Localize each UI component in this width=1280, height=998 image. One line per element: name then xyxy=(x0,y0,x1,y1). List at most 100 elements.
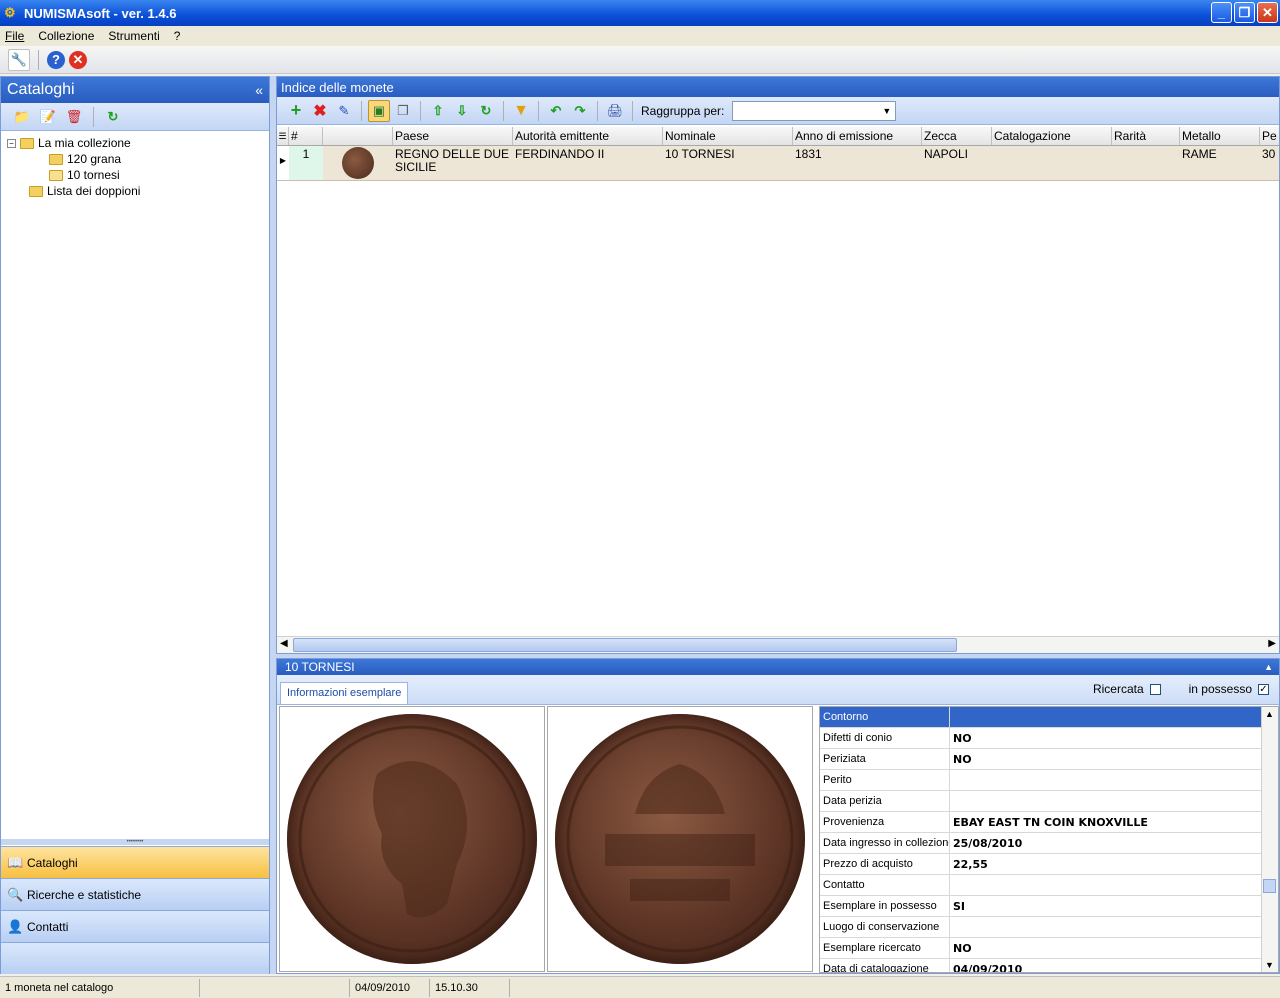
prop-value[interactable]: EBAY EAST TN COIN KNOXVILLE xyxy=(950,812,1278,832)
collapse-up-icon[interactable]: ▲ xyxy=(1264,662,1273,672)
export-up-icon[interactable]: ⇧ xyxy=(427,100,449,122)
prop-row-contorno[interactable]: Contorno xyxy=(820,707,1278,728)
menu-file[interactable]: File xyxy=(5,29,24,43)
coin-reverse-image[interactable] xyxy=(547,706,813,972)
prop-row-esemplare-ricercato[interactable]: Esemplare ricercato NO xyxy=(820,938,1278,959)
prop-row-data-ingresso[interactable]: Data ingresso in collezione 25/08/2010 xyxy=(820,833,1278,854)
exit-icon[interactable]: ✕ xyxy=(69,50,87,69)
settings-wrench-icon[interactable]: 🔧 xyxy=(8,48,30,71)
delete-coin-icon[interactable]: ✖ xyxy=(309,100,331,122)
tree-item-10-tornesi[interactable]: 10 tornesi xyxy=(7,167,269,183)
restore-button[interactable]: ❐ xyxy=(1234,2,1255,23)
col-rarita[interactable]: Rarità xyxy=(1112,127,1180,145)
menu-strumenti[interactable]: Strumenti xyxy=(108,29,159,43)
nav-cataloghi[interactable]: 📖 Cataloghi xyxy=(1,846,269,878)
print-icon[interactable]: 🖨 xyxy=(604,100,626,122)
tree-item-la-mia-collezione[interactable]: − La mia collezione xyxy=(7,135,269,151)
close-window-button[interactable]: ✕ xyxy=(1257,2,1278,23)
prop-value[interactable] xyxy=(950,917,1278,937)
possesso-checkbox[interactable]: ✓ xyxy=(1258,683,1269,695)
nav-empty xyxy=(1,942,269,974)
table-row[interactable]: ▶ 1 REGNO DELLE DUE SICILIE FERDINANDO I… xyxy=(277,146,1279,181)
col-zecca[interactable]: Zecca xyxy=(922,127,992,145)
prop-value[interactable]: NO xyxy=(950,938,1278,958)
prop-value[interactable]: 25/08/2010 xyxy=(950,833,1278,853)
prop-row-provenienza[interactable]: Provenienza EBAY EAST TN COIN KNOXVILLE xyxy=(820,812,1278,833)
help-icon[interactable]: ? xyxy=(47,50,65,69)
column-chooser-icon[interactable]: ☰ xyxy=(277,127,289,145)
prop-value[interactable] xyxy=(950,770,1278,790)
col-number[interactable]: # xyxy=(289,127,323,145)
tree-item-120-grana[interactable]: 120 grana xyxy=(7,151,269,167)
prop-value[interactable] xyxy=(950,707,1278,727)
col-image[interactable] xyxy=(323,127,393,145)
edit-catalog-icon[interactable]: 📝 xyxy=(37,106,59,128)
col-pe[interactable]: Pe xyxy=(1260,127,1279,145)
title-bar: ⚙ NUMISMAsoft - ver. 1.4.6 _ ❐ ✕ xyxy=(0,0,1280,26)
col-paese[interactable]: Paese xyxy=(393,127,513,145)
new-catalog-icon[interactable]: 📁 xyxy=(11,106,33,128)
scroll-left-icon[interactable]: ◀ xyxy=(280,638,288,649)
prop-row-difetti[interactable]: Difetti di conio NO xyxy=(820,728,1278,749)
scroll-down-icon[interactable]: ▼ xyxy=(1265,960,1274,970)
row-selector-icon[interactable]: ▶ xyxy=(277,146,289,180)
nav-ricerche[interactable]: 🔍 Ricerche e statistiche xyxy=(1,878,269,910)
toolbar-separator xyxy=(632,100,633,121)
collapse-icon[interactable]: − xyxy=(7,138,16,148)
coin-obverse-image[interactable] xyxy=(279,706,545,972)
prop-value[interactable]: NO xyxy=(950,749,1278,769)
tab-informazioni-esemplare[interactable]: Informazioni esemplare xyxy=(280,682,409,704)
undo-icon[interactable]: ↶ xyxy=(545,100,567,122)
prop-row-prezzo[interactable]: Prezzo di acquisto 22,55 xyxy=(820,854,1278,875)
minimize-button[interactable]: _ xyxy=(1211,2,1232,23)
ricercata-checkbox[interactable] xyxy=(1149,683,1161,695)
col-metallo[interactable]: Metallo xyxy=(1180,127,1260,145)
cell-image xyxy=(323,146,393,180)
collapse-panel-icon[interactable]: « xyxy=(255,82,263,98)
image-view-icon[interactable]: ▣ xyxy=(368,99,390,122)
copy-icon[interactable]: ❐ xyxy=(392,100,414,122)
sync-icon[interactable]: ↻ xyxy=(475,100,497,122)
col-catalogazione[interactable]: Catalogazione xyxy=(992,127,1112,145)
prop-value[interactable] xyxy=(950,791,1278,811)
refresh-catalog-icon[interactable]: ↻ xyxy=(102,106,124,128)
scroll-right-icon[interactable]: ▶ xyxy=(1268,638,1276,649)
edit-coin-icon[interactable]: ✎ xyxy=(333,100,355,122)
prop-row-data-perizia[interactable]: Data perizia xyxy=(820,791,1278,812)
redo-icon[interactable]: ↷ xyxy=(569,100,591,122)
nav-contatti[interactable]: 👤 Contatti xyxy=(1,910,269,942)
add-coin-icon[interactable]: + xyxy=(285,100,307,122)
prop-row-data-catalogazione[interactable]: Data di catalogazione 04/09/2010 xyxy=(820,959,1278,972)
vertical-scrollbar[interactable]: ▲ ▼ xyxy=(1261,707,1278,972)
nav-splitter[interactable]: •••••••• xyxy=(1,839,269,845)
import-down-icon[interactable]: ⇩ xyxy=(451,100,473,122)
coin-thumbnail xyxy=(342,147,374,179)
delete-catalog-icon[interactable]: 🗑 xyxy=(63,106,85,128)
menu-collezione[interactable]: Collezione xyxy=(38,29,94,43)
prop-row-perito[interactable]: Perito xyxy=(820,770,1278,791)
tree-item-lista-dei-doppioni[interactable]: Lista dei doppioni xyxy=(7,183,269,199)
horizontal-scrollbar[interactable]: ◀ ▶ xyxy=(277,636,1279,653)
prop-row-luogo[interactable]: Luogo di conservazione xyxy=(820,917,1278,938)
scrollbar-thumb[interactable] xyxy=(293,638,957,652)
prop-row-esemplare-possesso[interactable]: Esemplare in possesso SI xyxy=(820,896,1278,917)
prop-value[interactable]: SI xyxy=(950,896,1278,916)
prop-row-periziata[interactable]: Periziata NO xyxy=(820,749,1278,770)
col-nominale[interactable]: Nominale xyxy=(663,127,793,145)
col-anno[interactable]: Anno di emissione xyxy=(793,127,922,145)
scrollbar-thumb[interactable] xyxy=(1263,879,1276,893)
prop-value[interactable]: 22,55 xyxy=(950,854,1278,874)
filter-icon[interactable]: ▼ xyxy=(510,100,532,122)
menu-help[interactable]: ? xyxy=(174,29,181,43)
prop-value[interactable]: 04/09/2010 xyxy=(950,959,1278,972)
prop-row-contatto[interactable]: Contatto xyxy=(820,875,1278,896)
cell-number: 1 xyxy=(289,146,323,180)
col-autorita[interactable]: Autorità emittente xyxy=(513,127,663,145)
prop-value[interactable] xyxy=(950,875,1278,895)
chevron-down-icon[interactable]: ▼ xyxy=(878,102,895,120)
folder-icon xyxy=(29,185,43,197)
prop-key: Contatto xyxy=(820,875,950,895)
group-by-select[interactable]: ▼ xyxy=(732,100,897,121)
prop-value[interactable]: NO xyxy=(950,728,1278,748)
scroll-up-icon[interactable]: ▲ xyxy=(1265,709,1274,719)
